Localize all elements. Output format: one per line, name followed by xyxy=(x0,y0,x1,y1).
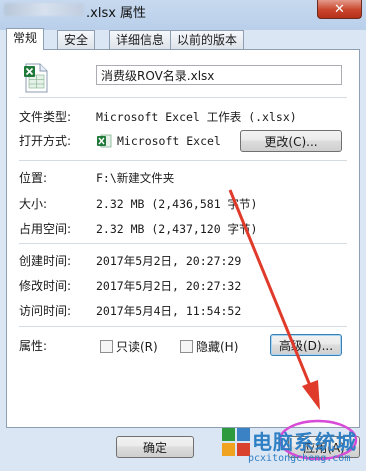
annotation-arrow-head xyxy=(302,380,320,410)
tab-general[interactable]: 常规 xyxy=(6,28,45,50)
annotation-arrow-line xyxy=(228,189,313,389)
watermark: 电脑系统城 pcxitongcheng.com xyxy=(218,420,366,471)
properties-window: .xlsx 属性 ✕ 常规 安全 详细信息 以前的版本 消费级ROV名录.xls… xyxy=(0,0,366,471)
annotation-overlay xyxy=(228,189,358,461)
watermark-url: pcxitongcheng.com xyxy=(248,453,351,464)
watermark-text: 电脑系统城 xyxy=(252,430,357,454)
